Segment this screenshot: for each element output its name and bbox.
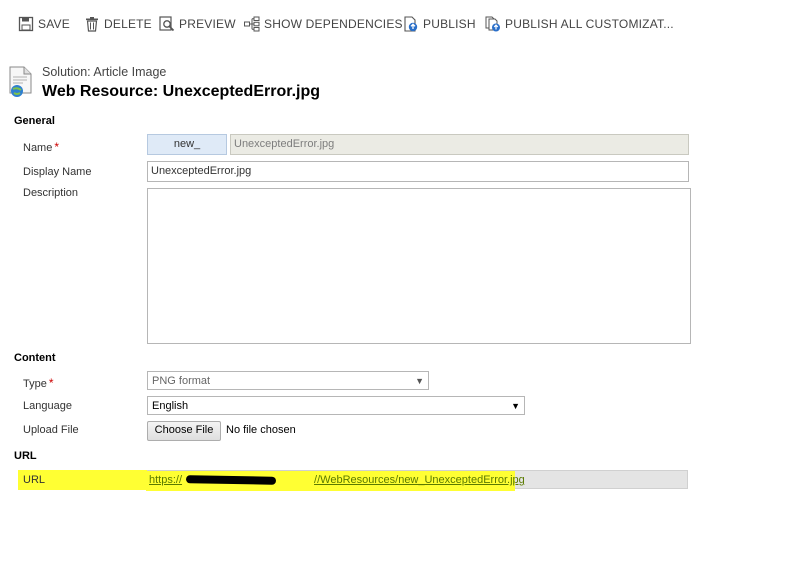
preview-button[interactable]: PREVIEW	[159, 12, 236, 36]
publish-all-label: PUBLISH ALL CUSTOMIZAT...	[505, 17, 674, 31]
save-button[interactable]: SAVE	[18, 12, 70, 36]
preview-icon	[159, 16, 175, 32]
language-select-value: English	[152, 399, 189, 412]
publish-all-button[interactable]: PUBLISH ALL CUSTOMIZAT...	[485, 12, 674, 36]
section-general: General	[14, 115, 55, 127]
required-marker: *	[54, 140, 60, 154]
url-link-prefix: https://	[149, 474, 183, 486]
preview-label: PREVIEW	[179, 17, 236, 31]
type-label-text: Type	[23, 378, 47, 390]
name-label-text: Name	[23, 142, 53, 154]
display-name-label: Display Name	[23, 166, 92, 178]
chevron-down-icon: ▼	[511, 400, 520, 411]
publish-label: PUBLISH	[423, 17, 476, 31]
type-select[interactable]: PNG format ▼	[147, 371, 429, 390]
display-name-field[interactable]: UnexceptedError.jpg	[147, 161, 689, 182]
description-textarea[interactable]	[147, 188, 691, 344]
required-marker: *	[48, 376, 54, 390]
url-link-suffix: //WebResources/new_UnexceptedError.jpg	[314, 474, 525, 486]
show-dependencies-button[interactable]: SHOW DEPENDENCIES	[244, 12, 403, 36]
dependencies-icon	[244, 16, 260, 32]
publish-all-icon	[485, 16, 500, 32]
delete-label: DELETE	[104, 17, 152, 31]
publish-button[interactable]: PUBLISH	[403, 12, 476, 36]
publish-icon	[404, 16, 418, 32]
trash-icon	[86, 17, 98, 32]
breadcrumb: Solution: Article Image	[42, 65, 167, 79]
language-label: Language	[23, 400, 72, 412]
name-prefix-field: new_	[147, 134, 227, 155]
description-label: Description	[23, 187, 79, 199]
section-content: Content	[14, 352, 56, 364]
no-file-text: No file chosen	[226, 424, 296, 436]
chevron-down-icon: ▼	[415, 375, 424, 386]
name-label: Name *	[23, 140, 59, 154]
show-dependencies-label: SHOW DEPENDENCIES	[264, 17, 403, 31]
url-label: URL	[23, 474, 46, 486]
choose-file-button[interactable]: Choose File	[147, 421, 221, 441]
delete-button[interactable]: DELETE	[84, 12, 152, 36]
section-url: URL	[14, 450, 37, 462]
web-resource-icon	[9, 66, 32, 97]
language-select[interactable]: English ▼	[147, 396, 525, 415]
type-select-value: PNG format	[152, 374, 211, 387]
name-field: UnexceptedError.jpg	[230, 134, 689, 155]
page-title: Web Resource: UnexceptedError.jpg	[42, 83, 320, 100]
save-label: SAVE	[38, 17, 70, 31]
save-icon	[18, 16, 34, 32]
type-label: Type *	[23, 376, 54, 390]
upload-file-label: Upload File	[23, 424, 79, 436]
redaction-mark	[185, 475, 277, 485]
